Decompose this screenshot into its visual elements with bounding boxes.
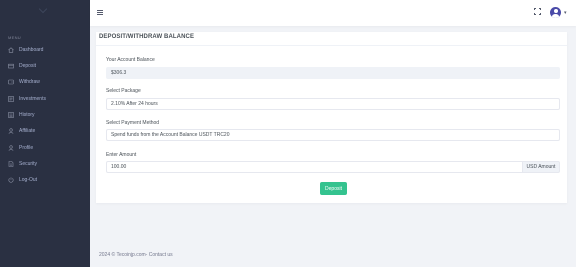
deposit-button[interactable]: Deposit [320, 182, 347, 195]
balance-field: $306.3 [106, 67, 560, 79]
sidebar-item-label: History [19, 112, 35, 118]
topbar: ▾ [90, 0, 576, 26]
affiliate-icon [8, 128, 14, 134]
sidebar-item-investments[interactable]: Investments [0, 92, 90, 106]
investments-icon [8, 96, 14, 102]
sidebar-item-label: Security [19, 161, 38, 167]
amount-input[interactable]: 100.00 [106, 161, 523, 173]
sidebar: MENU Dashboard Deposit Withdraw Investme… [0, 0, 90, 267]
amount-label: Enter Amount [106, 152, 137, 158]
payment-method-label: Select Payment Method [106, 120, 160, 126]
profile-icon [8, 145, 14, 151]
package-select[interactable]: 2.10% After 24 hours [106, 98, 560, 110]
dashboard-icon [8, 47, 14, 53]
sidebar-item-history[interactable]: History [0, 108, 90, 122]
history-icon [8, 112, 14, 118]
security-icon [8, 161, 14, 167]
card-title: DEPOSIT/WITHDRAW BALANCE [99, 34, 195, 40]
withdraw-icon [8, 79, 14, 85]
balance-label: Your Account Balance [106, 57, 155, 63]
sidebar-item-label: Profile [19, 145, 34, 151]
fullscreen-icon[interactable] [534, 8, 541, 15]
chevron-down-icon[interactable]: ▾ [564, 10, 567, 16]
deposit-withdraw-card: DEPOSIT/WITHDRAW BALANCE Your Account Ba… [96, 32, 567, 203]
card-divider [96, 45, 567, 46]
logout-icon [8, 177, 14, 183]
sidebar-item-label: Affiliate [19, 128, 36, 134]
sidebar-item-label: Investments [19, 96, 46, 102]
brand-logo[interactable] [0, 0, 90, 26]
menu-title: MENU [8, 35, 21, 40]
sidebar-item-profile[interactable]: Profile [0, 141, 90, 155]
payment-method-select[interactable]: Spend funds from the Account Balance USD… [106, 129, 560, 141]
user-avatar-icon[interactable] [550, 7, 561, 18]
sidebar-item-label: Withdraw [19, 79, 40, 85]
sidebar-item-withdraw[interactable]: Withdraw [0, 75, 90, 89]
sidebar-item-label: Log-Out [19, 177, 38, 183]
sidebar-item-security[interactable]: Security [0, 157, 90, 171]
sidebar-item-label: Dashboard [19, 47, 44, 53]
amount-currency-addon: USD Amount [523, 161, 560, 173]
sidebar-item-logout[interactable]: Log-Out [0, 173, 90, 187]
footer-text: 2024 © Tecoinjp.com- Contact us [99, 252, 173, 258]
package-label: Select Package [106, 88, 141, 94]
wallet-icon [8, 63, 14, 69]
sidebar-item-label: Deposit [19, 63, 36, 69]
sidebar-item-deposit[interactable]: Deposit [0, 59, 90, 73]
hamburger-icon[interactable] [97, 10, 103, 15]
sidebar-item-dashboard[interactable]: Dashboard [0, 43, 90, 57]
sidebar-item-affiliate[interactable]: Affiliate [0, 124, 90, 138]
